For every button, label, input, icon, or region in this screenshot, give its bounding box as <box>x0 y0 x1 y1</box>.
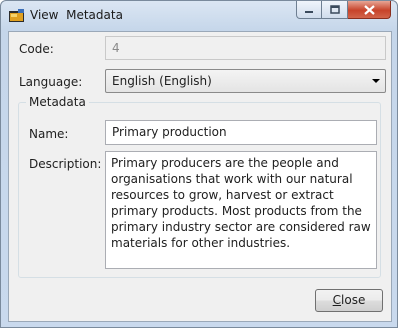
minimize-button[interactable] <box>296 1 322 19</box>
maximize-button[interactable] <box>322 1 348 19</box>
close-window-button[interactable] <box>348 1 391 19</box>
minimize-icon <box>305 10 313 13</box>
language-select[interactable]: English (English) <box>105 69 386 93</box>
folder-icon <box>9 9 25 23</box>
maximize-icon <box>329 5 340 14</box>
window-title: View Metadata <box>30 8 123 22</box>
name-label: Name: <box>29 127 69 141</box>
dropdown-arrow-icon <box>372 79 380 83</box>
metadata-group-label: Metadata <box>26 95 89 109</box>
view-metadata-window: View Metadata Code: 4 Language: English … <box>0 0 398 328</box>
title-bar[interactable]: View Metadata <box>1 1 397 31</box>
code-label: Code: <box>19 42 54 56</box>
code-field[interactable]: 4 <box>105 36 386 60</box>
dialog-body: Code: 4 Language: English (English) Meta… <box>8 31 392 322</box>
close-icon <box>363 4 375 15</box>
close-button-mnemonic: C <box>332 293 342 307</box>
name-field[interactable]: Primary production <box>105 120 377 145</box>
language-select-value: English (English) <box>112 74 212 88</box>
description-field[interactable]: Primary producers are the people and org… <box>105 151 377 269</box>
caption-buttons <box>296 1 391 21</box>
description-label: Description: <box>29 157 102 171</box>
language-label: Language: <box>19 75 83 89</box>
metadata-group: Metadata Name: Primary production Descri… <box>18 95 381 278</box>
close-button[interactable]: Close <box>315 289 383 312</box>
close-button-label: lose <box>341 293 366 307</box>
